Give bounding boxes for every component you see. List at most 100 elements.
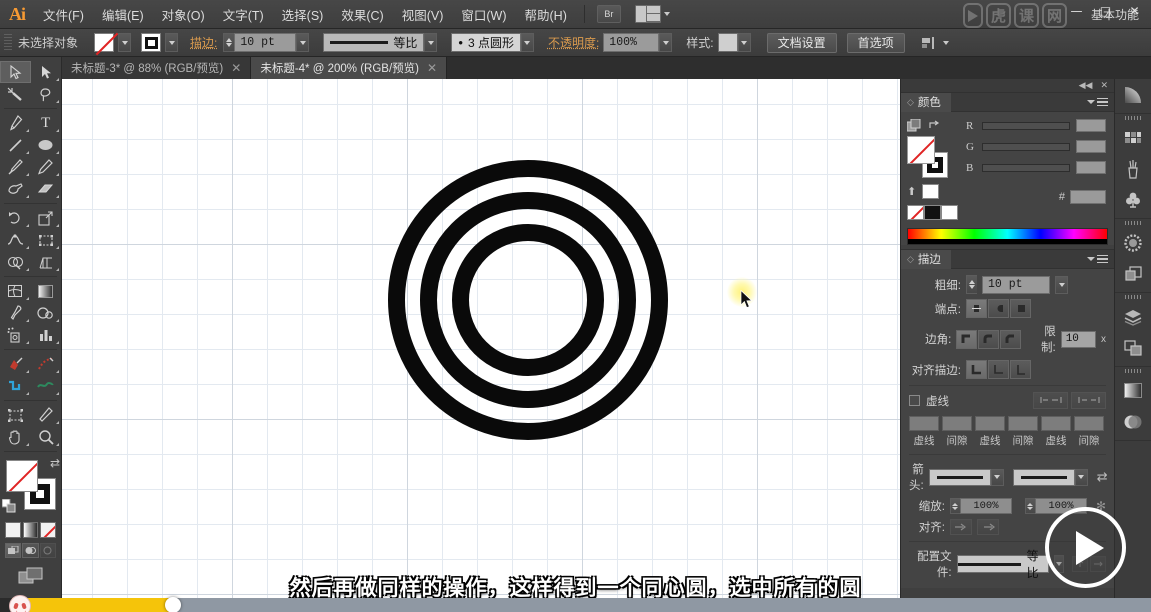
arrowhead-start-chevron-down-icon[interactable] xyxy=(991,469,1004,486)
close-panels-icon[interactable]: ✕ xyxy=(1100,80,1108,91)
stroke-weight-panel-chevron-down-icon[interactable] xyxy=(1055,276,1068,294)
eyedropper-tool[interactable] xyxy=(0,302,31,324)
color-fill-swatch[interactable] xyxy=(907,136,935,164)
dash-input-1[interactable] xyxy=(909,416,939,431)
menu-object[interactable]: 对象(O) xyxy=(153,1,214,28)
arrange-chevron-down-icon[interactable] xyxy=(664,12,670,16)
live-trace-tool[interactable] xyxy=(31,375,62,397)
arrow-scale-1-input[interactable]: 100% xyxy=(960,498,1012,514)
arrow-scale-2-stepper[interactable] xyxy=(1025,498,1035,514)
arrowhead-end-select[interactable] xyxy=(1013,469,1075,486)
arrow-scale-1-stepper[interactable] xyxy=(950,498,960,514)
slider-value-b[interactable] xyxy=(1076,161,1106,174)
arrow-align-place-button[interactable] xyxy=(977,519,999,535)
color-spectrum-ramp[interactable] xyxy=(907,228,1108,245)
dash-input-4[interactable] xyxy=(1008,416,1038,431)
magic-wand-tool[interactable] xyxy=(0,83,31,105)
collapse-panels-icon[interactable]: ◀◀ xyxy=(1079,80,1093,91)
dash-input-3[interactable] xyxy=(975,416,1005,431)
swatch-white[interactable] xyxy=(941,205,958,220)
hand-tool[interactable] xyxy=(0,426,31,448)
draw-normal-button[interactable] xyxy=(5,543,21,558)
document-setup-button[interactable]: 文档设置 xyxy=(767,33,837,53)
arrange-documents-button[interactable] xyxy=(635,5,661,23)
swatches-panel-icon[interactable] xyxy=(1115,122,1151,153)
knife-tool[interactable] xyxy=(31,404,62,426)
slider-track-b[interactable] xyxy=(982,164,1070,172)
fill-chevron-down-icon[interactable] xyxy=(118,33,131,52)
paintbrush-tool[interactable] xyxy=(0,156,31,178)
symbol-sprayer-tool[interactable] xyxy=(0,324,31,346)
document-tab-1-close-icon[interactable]: ✕ xyxy=(231,61,241,75)
brushes-panel-icon[interactable] xyxy=(1115,153,1151,184)
video-progress-bar[interactable] xyxy=(0,598,1151,612)
stroke-panel-icon[interactable] xyxy=(1115,227,1151,258)
white-swatch[interactable] xyxy=(922,184,939,199)
swap-arrowheads-icon[interactable]: ⇄ xyxy=(1097,469,1108,485)
cap-projecting-button[interactable] xyxy=(1010,299,1031,318)
blend-tool[interactable] xyxy=(31,302,62,324)
mesh-tool[interactable] xyxy=(0,280,31,302)
dock-grip-3[interactable] xyxy=(1115,219,1151,227)
style-chevron-down-icon[interactable] xyxy=(738,33,751,52)
cap-round-button[interactable] xyxy=(988,299,1009,318)
color-slider-r[interactable]: R xyxy=(966,119,1106,132)
align-chevron-down-icon[interactable] xyxy=(943,41,949,45)
corner-miter-button[interactable] xyxy=(956,330,977,349)
apply-color-icon[interactable]: ⬆ xyxy=(907,185,916,198)
zoom-tool[interactable] xyxy=(31,426,62,448)
stroke-chevron-down-icon[interactable] xyxy=(165,33,178,52)
rotate-tool[interactable] xyxy=(0,207,31,229)
artwork-ring-inner[interactable] xyxy=(420,192,636,408)
layers-panel-icon[interactable] xyxy=(1115,301,1151,332)
dock-grip-5[interactable] xyxy=(1115,367,1151,375)
arrow-align-extend-button[interactable] xyxy=(950,519,972,535)
stroke-weight-input-panel[interactable]: 10 pt xyxy=(982,276,1050,294)
menu-type[interactable]: 文字(T) xyxy=(214,1,273,28)
eraser-tool[interactable] xyxy=(31,178,62,200)
dash-preserve-exact-button[interactable] xyxy=(1033,392,1068,409)
transform-align-button[interactable] xyxy=(921,36,949,50)
document-tab-2-close-icon[interactable]: ✕ xyxy=(427,61,437,75)
opacity-input[interactable]: 100% xyxy=(603,33,659,52)
gradient2-panel-icon[interactable] xyxy=(1115,375,1151,406)
dash-input-5[interactable] xyxy=(1041,416,1071,431)
brush-chevron-down-icon[interactable] xyxy=(521,33,534,52)
arrowhead-end-chevron-down-icon[interactable] xyxy=(1075,469,1088,486)
bridge-button[interactable]: Br xyxy=(597,5,621,23)
default-fill-stroke-icon[interactable] xyxy=(2,499,16,516)
stroke-weight-stepper[interactable] xyxy=(223,33,234,52)
symbols-panel-icon[interactable] xyxy=(1115,184,1151,215)
graphic-style-swatch[interactable] xyxy=(718,33,738,52)
slider-value-g[interactable] xyxy=(1076,140,1106,153)
artboard-tool[interactable] xyxy=(0,404,31,426)
slider-track-g[interactable] xyxy=(982,143,1070,151)
pen-tool[interactable] xyxy=(0,112,31,134)
swap-fill-stroke-icon[interactable]: ⇄ xyxy=(50,456,60,470)
color-panel-tab[interactable]: ◇ 颜色 xyxy=(901,93,951,112)
slice-select-tool[interactable] xyxy=(31,353,62,375)
control-bar-grip[interactable] xyxy=(4,34,12,52)
menu-edit[interactable]: 编辑(E) xyxy=(93,1,153,28)
arrowhead-start-select[interactable] xyxy=(929,469,991,486)
stroke-profile-select-panel[interactable]: 等比 xyxy=(957,555,1049,573)
lasso-tool[interactable] xyxy=(31,83,62,105)
color-slider-g[interactable]: G xyxy=(966,140,1106,153)
slice-tool[interactable] xyxy=(0,353,31,375)
document-tab-2[interactable]: 未标题-4* @ 200% (RGB/预览) ✕ xyxy=(251,57,447,79)
menu-effect[interactable]: 效果(C) xyxy=(332,1,392,28)
color-mode-none-button[interactable] xyxy=(40,522,56,538)
perspective-grid-tool[interactable] xyxy=(31,251,62,273)
close-button[interactable]: ✕ xyxy=(1120,1,1149,21)
brush-definition-select[interactable]: • 3 点圆形 xyxy=(451,33,521,52)
free-transform-tool[interactable] xyxy=(31,229,62,251)
color-mode-solid-button[interactable] xyxy=(5,522,21,538)
gradient-tool[interactable] xyxy=(31,280,62,302)
dock-grip-2[interactable] xyxy=(1115,114,1151,122)
live-paint-tool[interactable] xyxy=(0,375,31,397)
selection-tool[interactable] xyxy=(0,61,31,83)
corner-round-button[interactable] xyxy=(978,330,999,349)
draw-behind-button[interactable] xyxy=(22,543,38,558)
document-canvas[interactable] xyxy=(62,79,900,598)
cap-butt-button[interactable] xyxy=(966,299,987,318)
